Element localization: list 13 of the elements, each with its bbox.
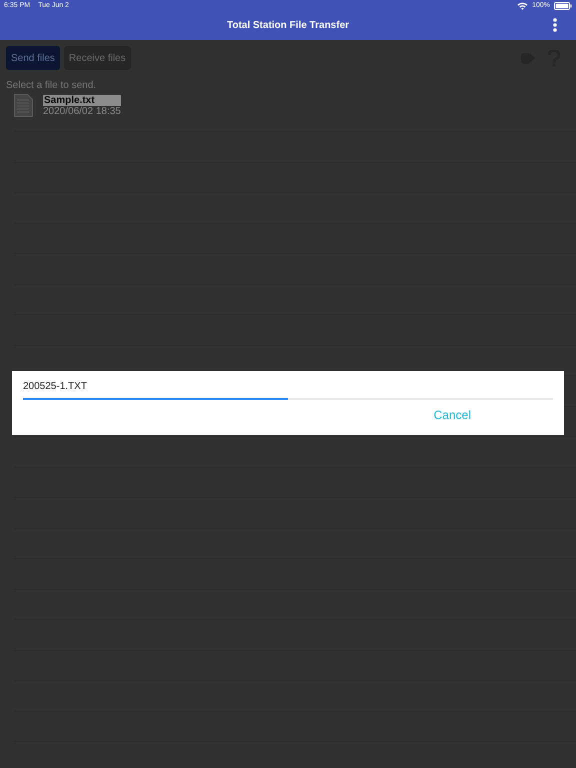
wifi-icon <box>517 2 528 10</box>
file-name: Sample.txt <box>43 94 121 106</box>
app-title: Total Station File Transfer <box>226 20 350 31</box>
tab-button[interactable]: Send files <box>6 46 60 70</box>
file-name: 200525-1.TXT <box>23 381 88 392</box>
tab-button[interactable]: Receive files <box>64 46 131 70</box>
file-item[interactable]: Sample.txt 2020/06/02 18:35 <box>14 94 194 117</box>
more-menu-icon[interactable] <box>553 18 557 32</box>
battery-icon <box>554 2 572 10</box>
document-icon <box>14 94 33 117</box>
cancel-button[interactable]: Cancel <box>432 406 473 424</box>
hint-text: Select a file to send. <box>6 80 98 91</box>
file-date: 2020/06/02 18:35 <box>43 106 121 116</box>
